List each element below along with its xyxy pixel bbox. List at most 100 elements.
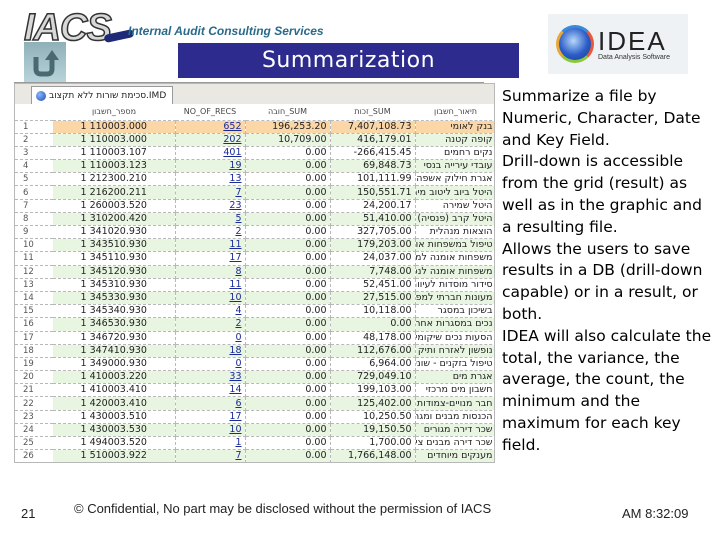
table-row[interactable]: 71 260003.520 23 0.00 24,200.17 היטל שמירה	[15, 199, 494, 213]
column-header-rownum	[15, 104, 53, 121]
column-header[interactable]: תיאור_חשבון	[415, 104, 494, 121]
cell-debit-sum: 0.00	[245, 304, 331, 319]
back-button[interactable]	[24, 42, 66, 82]
cell-account-name: הוצאות מנהלית	[415, 225, 494, 240]
cell-debit-sum: 196,253.20	[245, 120, 331, 134]
row-number: 10	[15, 238, 53, 253]
cell-account-name: הסעות נכים שיקומי	[415, 331, 494, 345]
drill-down-link[interactable]: 11	[229, 279, 241, 290]
drill-down-link[interactable]: 33	[229, 371, 241, 382]
cell-debit-sum: 0.00	[245, 251, 331, 266]
table-row[interactable]: 14 1 345330.930 10 0.00 27,515.00 מעונות חברת…	[15, 291, 494, 306]
table-row[interactable]: 16 1 346530.930 2 0.00 0.00 נכים במסגרות אחר	[15, 317, 494, 332]
drill-down-link[interactable]: 8	[235, 266, 241, 277]
cell-record-count: 5	[175, 212, 246, 227]
table-row[interactable]: 18 1 347410.930 18 0.00 112,676.00 נופשון לאז…	[15, 344, 494, 358]
table-row[interactable]: 81 310200.420 5 0.00 51,410.00 היטל קרב (פנס…	[15, 212, 494, 227]
table-row[interactable]: 12 1 345120.930 8 0.00 7,748.00 משפחות אומנה …	[15, 265, 494, 279]
cell-account-number: 1 260003.520	[53, 199, 176, 213]
table-row[interactable]: 24 1 430003.530 10 0.00 19,150.50 שכר דירה מג…	[15, 423, 494, 438]
cell-account-name: טיפול במשפחות אומנה	[415, 238, 494, 253]
cell-account-name: מענקים מיוחדים	[415, 449, 494, 462]
table-row[interactable]: 11 1 345110.930 17 0.00 24,037.00 משפחות אומנ…	[15, 251, 494, 266]
table-row[interactable]: 21 110003.000 202 10,709.00 416,179.01 קופה …	[15, 133, 494, 147]
table-row[interactable]: 51 212300.210 13 0.00 101,111.99 אגרת חילוק …	[15, 172, 494, 187]
cell-account-name: היטל שמירה	[415, 199, 494, 213]
drill-down-link[interactable]: 652	[223, 121, 241, 132]
cell-credit-sum: 729,049.10	[330, 370, 416, 385]
drill-down-link[interactable]: 6	[235, 398, 241, 409]
cell-account-name: מעונות חברתי למפגר	[415, 291, 494, 306]
table-row[interactable]: 31 110003.107 401 0.00 -266,415.45 נקים רחמי…	[15, 146, 494, 161]
drill-down-link[interactable]: 0	[235, 358, 241, 369]
drill-down-link[interactable]: 7	[235, 187, 241, 198]
cell-debit-sum: 0.00	[245, 185, 331, 200]
cell-debit-sum: 0.00	[245, 172, 331, 187]
cell-debit-sum: 0.00	[245, 225, 331, 240]
cell-account-number: 1 343510.930	[53, 238, 176, 253]
cell-debit-sum: 0.00	[245, 291, 331, 306]
cell-debit-sum: 0.00	[245, 436, 331, 451]
drill-down-link[interactable]: 10	[229, 292, 241, 303]
table-row[interactable]: 61 216200.211 7 0.00 150,551.71 היטל ביוב לי…	[15, 185, 494, 200]
cell-debit-sum: 0.00	[245, 199, 331, 213]
drill-down-link[interactable]: 18	[229, 345, 241, 356]
table-row[interactable]: 10 1 343510.930 11 0.00 179,203.00 טיפול במשפ…	[15, 238, 494, 253]
table-row[interactable]: 26 1 510003.922 7 0.00 1,766,148.00 מענקים מי…	[15, 449, 494, 462]
table-row[interactable]: 22 1 420003.410 6 0.00 125,402.00 חבר מנויים-…	[15, 396, 494, 411]
drill-down-link[interactable]: 23	[229, 200, 241, 211]
drill-down-link[interactable]: 202	[223, 134, 241, 145]
cell-account-name: בנק לאומי	[415, 120, 494, 134]
drill-down-link[interactable]: 401	[223, 147, 241, 158]
column-header[interactable]: NO_OF_RECS	[175, 104, 245, 121]
drill-down-link[interactable]: 1	[235, 437, 241, 448]
drill-down-link[interactable]: 17	[229, 252, 241, 263]
cell-account-number: 1 110003.107	[53, 146, 176, 161]
cell-credit-sum: -266,415.45	[330, 146, 416, 161]
table-row[interactable]: 91 341020.930 2 0.00 327,705.00 הוצאות מנהלי…	[15, 225, 494, 240]
description-paragraph: IDEA will also calculate the total, the …	[502, 326, 712, 454]
drill-down-link[interactable]: 13	[229, 173, 241, 184]
row-number: 12	[15, 265, 53, 279]
cell-account-number: 1 346720.930	[53, 331, 176, 345]
drill-down-link[interactable]: 0	[235, 332, 241, 343]
drill-down-link[interactable]: 19	[229, 160, 241, 171]
table-row[interactable]: 23 1 430003.510 17 0.00 10,250.50 הכנסות מבני…	[15, 410, 494, 424]
table-row[interactable]: 11 110003.000 652 196,253.20 7,407,108.73 בנ…	[15, 120, 494, 134]
cell-record-count: 7	[175, 449, 246, 462]
drill-down-link[interactable]: 10	[229, 424, 241, 435]
cell-record-count: 23	[175, 199, 246, 213]
drill-down-link[interactable]: 2	[235, 318, 241, 329]
cell-account-number: 1 310200.420	[53, 212, 176, 227]
drill-down-link[interactable]: 11	[229, 239, 241, 250]
cell-debit-sum: 0.00	[245, 317, 331, 332]
table-row[interactable]: 20 1 410003.220 33 0.00 729,049.10 אגרת מים	[15, 370, 494, 385]
cell-record-count: 0	[175, 357, 246, 372]
cell-credit-sum: 101,111.99	[330, 172, 416, 187]
drill-down-link[interactable]: 4	[235, 305, 241, 316]
table-row[interactable]: 15 1 345340.930 4 0.00 10,118.00 בשיכון במסגר	[15, 304, 494, 319]
table-row[interactable]: 41 110003.123 19 0.00 69,848.73 עובדי עירייה…	[15, 159, 494, 174]
cell-record-count: 10	[175, 423, 246, 438]
table-row[interactable]: 21 1 410003.410 14 0.00 199,103.00 חשבון מים …	[15, 383, 494, 398]
cell-account-number: 1 430003.510	[53, 410, 176, 424]
cell-record-count: 33	[175, 370, 246, 385]
drill-down-link[interactable]: 2	[235, 226, 241, 237]
column-header[interactable]: חובה_SUM	[245, 104, 330, 121]
column-header[interactable]: מספר_חשבון	[53, 104, 175, 121]
drill-down-link[interactable]: 17	[229, 411, 241, 422]
cell-account-number: 1 494003.520	[53, 436, 176, 451]
drill-down-link[interactable]: 5	[235, 213, 241, 224]
tab-result-file[interactable]: סכימת שורות ללא תקצוב.IMD	[31, 86, 174, 104]
table-row[interactable]: 25 1 494003.520 1 0.00 1,700.00 שכר דירה מבני…	[15, 436, 494, 451]
drill-down-link[interactable]: 14	[229, 384, 241, 395]
cell-account-name: נקים רחמים	[415, 146, 494, 161]
column-header[interactable]: זכות_SUM	[330, 104, 415, 121]
cell-account-number: 1 110003.000	[53, 133, 176, 147]
table-row[interactable]: 19 1 349000.930 0 0.00 6,964.00 טיפול בזקנים …	[15, 357, 494, 372]
drill-down-link[interactable]: 7	[235, 450, 241, 461]
table-row[interactable]: 17 1 346720.930 0 0.00 48,178.00 הסעות נכים ש…	[15, 331, 494, 345]
cell-debit-sum: 0.00	[245, 357, 331, 372]
cell-record-count: 2	[175, 225, 246, 240]
table-row[interactable]: 13 1 345310.930 11 0.00 52,451.00 סידור מוסדו…	[15, 278, 494, 292]
